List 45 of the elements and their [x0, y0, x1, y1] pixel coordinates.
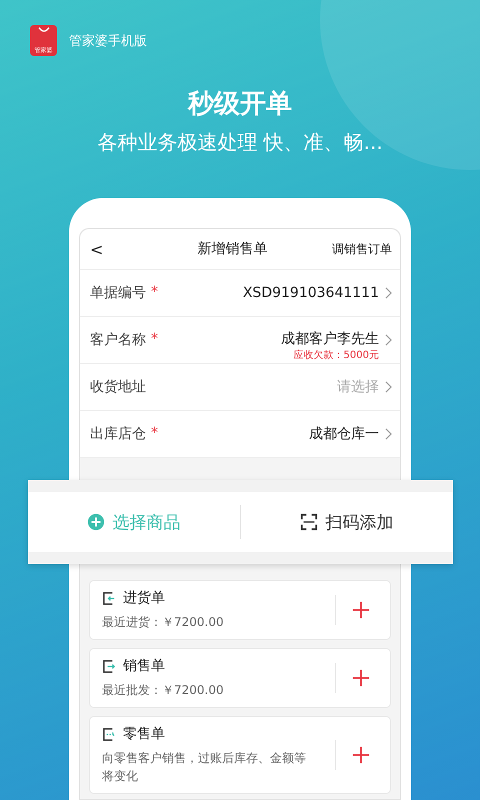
plus-icon[interactable] [352, 669, 370, 687]
subheadline: 各种业务极速处理 快、准、畅... [97, 129, 383, 156]
action-button[interactable]: 扫码添加 [240, 502, 452, 542]
field-value: 成都客户李先生 [281, 330, 379, 348]
export-icon [102, 658, 117, 674]
plus-icon[interactable] [352, 601, 370, 619]
app-name: 管家婆手机版 [69, 32, 147, 50]
chevron-icon [385, 287, 392, 299]
card-subtitle: 最近进货：￥7200.00 [102, 614, 225, 631]
chevron-icon [385, 381, 392, 393]
field-value: XSD919103641111 [242, 285, 379, 301]
smile-icon [36, 27, 50, 34]
plus-circle-icon [86, 513, 104, 531]
required-mark: * [151, 331, 158, 347]
plus-icon[interactable] [352, 746, 370, 764]
headline: 秒级开单 [188, 88, 292, 121]
required-mark: * [151, 284, 158, 300]
form-row[interactable]: 收货地址 请选择 [80, 364, 400, 411]
debt-note: 应收欠款：5000元 [294, 348, 379, 362]
required-mark: * [151, 425, 158, 441]
order-card[interactable]: 进货单 最近进货：￥7200.00 [89, 580, 391, 640]
card-subtitle: 最近批发：￥7200.00 [102, 682, 225, 699]
import-icon [102, 590, 117, 606]
card-title: 进货单 [123, 589, 165, 607]
export-icon [102, 726, 117, 742]
field-label: 客户名称 [90, 331, 146, 349]
order-link[interactable]: 调销售订单 [332, 240, 392, 258]
field-label: 收货地址 [90, 378, 146, 396]
card-subtitle: 向零售客户销售，过账后库存、金额等将变化 [102, 750, 307, 785]
card-title: 销售单 [123, 657, 165, 675]
screen-title: 新增销售单 [198, 240, 268, 258]
back-button[interactable]: < [90, 240, 104, 258]
chevron-icon [385, 428, 392, 440]
order-card[interactable]: 零售单 向零售客户销售，过账后库存、金额等将变化 [89, 716, 391, 794]
form-row[interactable]: 出库店仓 * 成都仓库一 [80, 411, 400, 458]
chevron-icon [385, 334, 392, 346]
field-placeholder: 请选择 [337, 378, 379, 396]
field-label: 单据编号 [90, 284, 146, 302]
scan-icon [300, 513, 318, 531]
form-row[interactable]: 客户名称 * 成都客户李先生 应收欠款：5000元 [80, 317, 400, 364]
form-row[interactable]: 单据编号 * XSD919103641111 [80, 270, 400, 317]
card-title: 零售单 [123, 725, 165, 743]
order-card[interactable]: 销售单 最近批发：￥7200.00 [89, 648, 391, 708]
field-label: 出库店仓 [90, 425, 146, 443]
field-value: 成都仓库一 [309, 425, 379, 443]
